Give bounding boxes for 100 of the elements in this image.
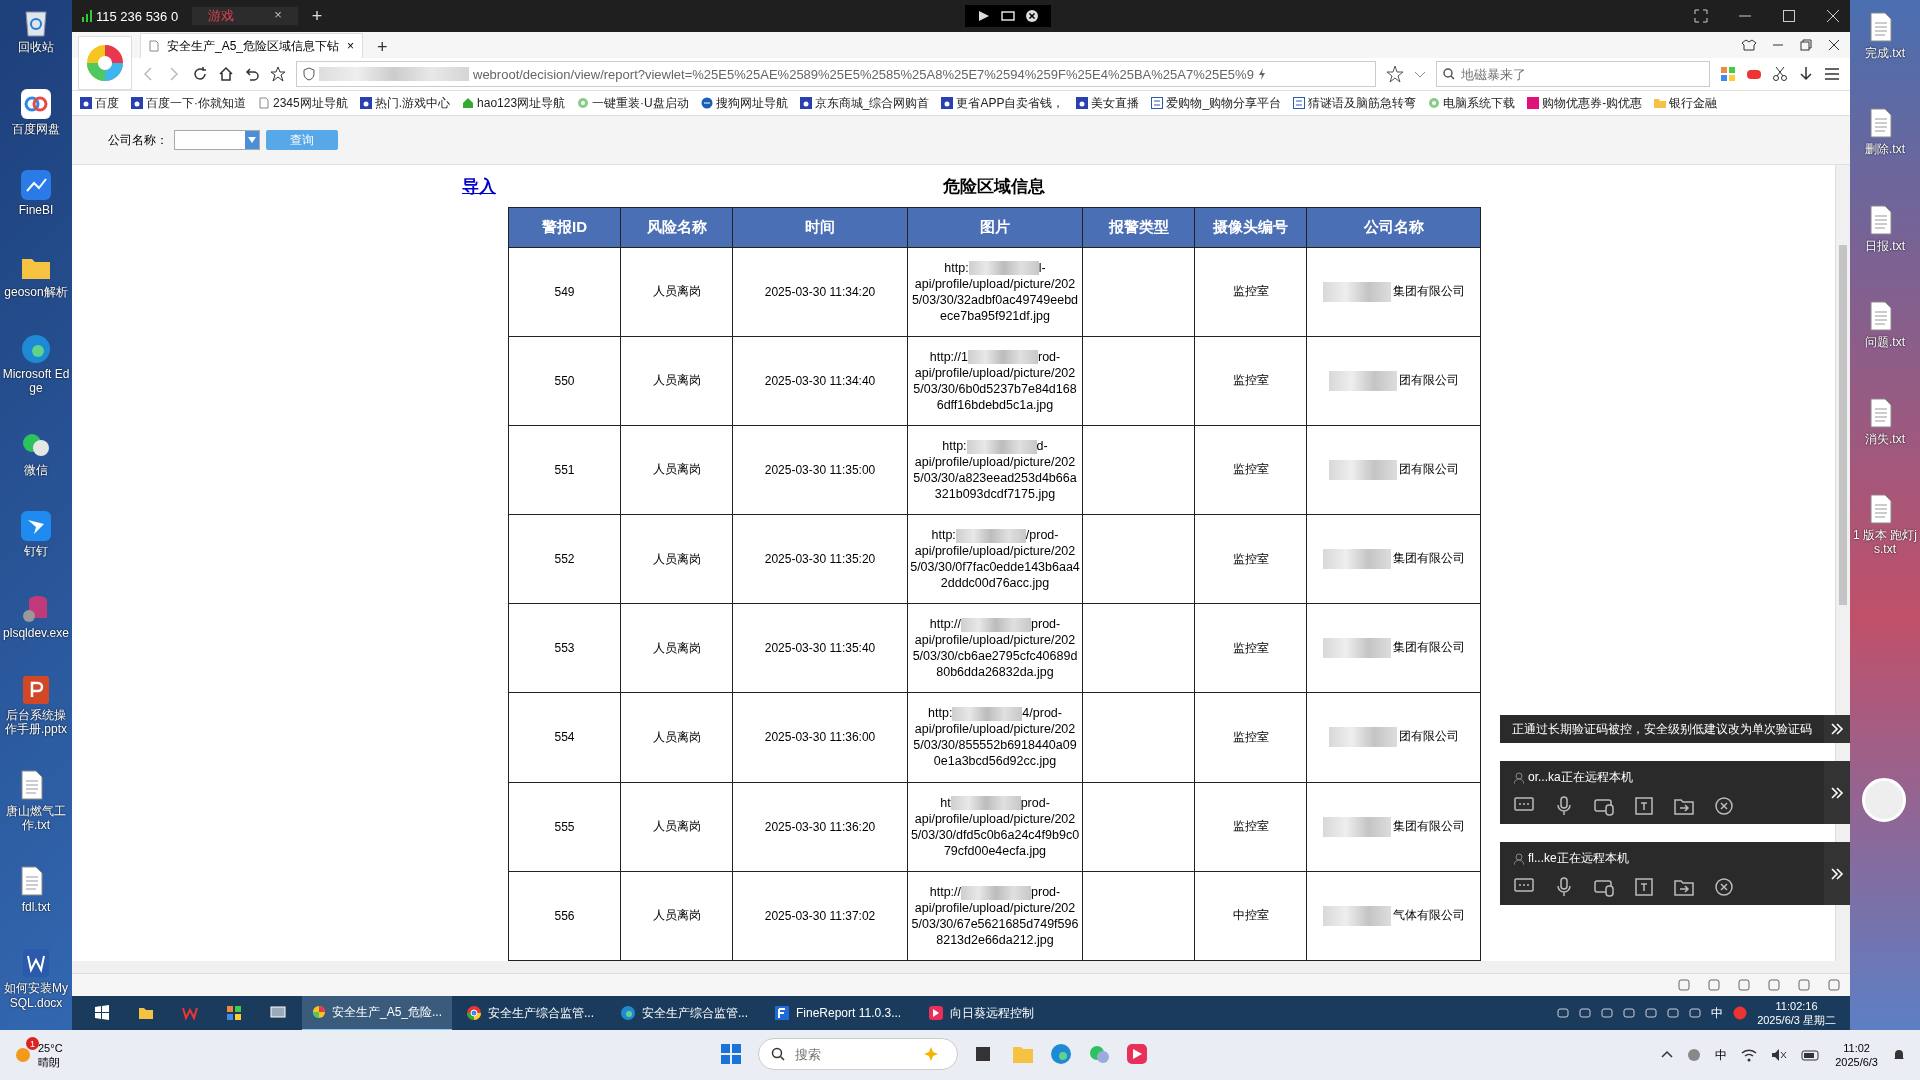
input-method-indicator[interactable]: 中 <box>1711 1004 1724 1022</box>
notification-bell-icon[interactable] <box>1892 1048 1906 1062</box>
taskbar-search-field[interactable]: 搜索 <box>758 1038 958 1070</box>
maximize-icon[interactable] <box>1782 9 1796 23</box>
search-field[interactable]: 地磁暴来了 <box>1436 61 1710 87</box>
desktop-icon-label[interactable]: 问题.txt <box>1865 335 1905 350</box>
address-bar[interactable]: webroot/decision/view/report?viewlet=%25E5%25AE%2589%25E5%2585%25A8%25E7%2594%259F%25E4%25BA%25A7%25E5%9 <box>296 61 1376 87</box>
bookmark-link[interactable]: 2345网址导航 <box>258 94 348 112</box>
bookmark-link[interactable]: 京东商城_综合网购首 <box>799 94 930 112</box>
restore-icon[interactable] <box>1800 39 1812 51</box>
undo-icon[interactable] <box>244 66 260 82</box>
desktop-icon-label[interactable]: 钉钉 <box>24 544 48 559</box>
bookmark-link[interactable]: 银行金融 <box>1654 94 1718 112</box>
browser-tab[interactable]: 安全生产_A5_危险区域信息下钻 × <box>140 33 364 58</box>
home-icon[interactable] <box>218 66 234 82</box>
flag-app-icon[interactable] <box>1126 1043 1148 1065</box>
bookmark-link[interactable]: 搜狗网址导航 <box>700 94 788 112</box>
bookmark-link[interactable]: 热门.游戏中心 <box>359 94 451 112</box>
company-dropdown[interactable] <box>174 130 260 150</box>
taskbar-clock[interactable]: 11:02:16 2025/6/3 星期二 <box>1757 999 1836 1027</box>
taskbar-search-input[interactable]: 搜索 <box>793 1045 915 1063</box>
desktop-icon-label[interactable]: 1 版本 跑灯js.txt <box>1850 527 1920 557</box>
bookmark-link[interactable]: 爱购物_购物分享平台 <box>1151 94 1282 112</box>
windows-logo-icon[interactable] <box>94 1005 110 1021</box>
star-icon[interactable] <box>1386 65 1404 83</box>
text-box-icon[interactable] <box>1634 796 1654 816</box>
new-tab-button[interactable]: + <box>371 37 394 58</box>
import-link[interactable]: 导入 <box>462 174 508 198</box>
scissors-icon[interactable] <box>1772 66 1788 82</box>
shirt-icon[interactable] <box>1742 39 1756 51</box>
download-icon[interactable] <box>1798 66 1814 82</box>
taskbar-window-button[interactable]: FineReport 11.0.3... <box>764 996 914 1030</box>
input-method-indicator[interactable]: 中 <box>1715 1046 1728 1064</box>
w-logo-icon[interactable] <box>182 1005 198 1021</box>
double-chevron-icon[interactable] <box>1830 785 1844 800</box>
tiles-icon[interactable] <box>226 1005 242 1021</box>
keyboard-mouse-icon[interactable] <box>1594 796 1614 816</box>
new-tab-button[interactable]: + <box>311 5 323 27</box>
keyboard-mouse-icon[interactable] <box>1594 877 1614 897</box>
bookmark-link[interactable]: 美女直播 <box>1076 94 1140 112</box>
taskbar-clock[interactable]: 11:02 2025/6/3 <box>1835 1041 1878 1069</box>
taskbar-window-button[interactable]: 安全生产综合监管... <box>610 996 760 1030</box>
microphone-icon[interactable] <box>1554 796 1574 816</box>
close-button[interactable]: × <box>274 7 282 25</box>
desktop-icon-label[interactable]: plsqldev.exe <box>3 625 69 641</box>
desktop-icon-label[interactable]: 日报.txt <box>1865 238 1905 254</box>
close-icon[interactable] <box>1714 796 1734 816</box>
desktop-icon-label[interactable]: 百度网盘 <box>12 121 60 137</box>
double-chevron-icon[interactable] <box>1830 866 1844 881</box>
horizontal-scrollbar[interactable] <box>72 961 1850 973</box>
wifi-icon[interactable] <box>1741 1048 1758 1062</box>
desktop-icon-label[interactable]: fdl.txt <box>21 899 51 914</box>
desktop-icon-label[interactable]: 回收站 <box>18 40 54 55</box>
bookmark-link[interactable]: 猜谜语及脑筋急转弯 <box>1293 94 1417 112</box>
edge-browser-icon[interactable] <box>1050 1043 1072 1065</box>
star-icon[interactable] <box>270 66 286 82</box>
text-box-icon[interactable] <box>1634 877 1654 897</box>
reload-icon[interactable] <box>192 66 208 82</box>
desktop-icon-label[interactable]: 完成.txt <box>1865 46 1905 61</box>
bookmark-link[interactable]: 更省APP自卖省钱， <box>941 94 1065 112</box>
sun-icon <box>14 1046 32 1064</box>
close-icon[interactable] <box>1714 877 1734 897</box>
double-chevron-icon[interactable] <box>1830 722 1844 736</box>
desktop-icon-label[interactable]: 微信 <box>24 462 48 477</box>
folder-arrow-icon[interactable] <box>1674 877 1694 897</box>
taskbar-window-button[interactable]: 安全生产综合监管... <box>456 996 606 1030</box>
fullscreen-icon[interactable] <box>1694 9 1708 23</box>
folder-arrow-icon[interactable] <box>1674 796 1694 816</box>
muted-speaker-icon[interactable] <box>1771 1048 1788 1062</box>
bookmark-link[interactable]: 一键重装·U盘启动 <box>577 94 689 112</box>
bookmark-link[interactable]: 百度 <box>80 94 119 112</box>
desktop-icon-label[interactable]: 消失.txt <box>1865 431 1905 446</box>
s-logo-icon[interactable] <box>1733 1006 1748 1020</box>
grid-tiles-icon[interactable] <box>1720 66 1736 82</box>
desktop-icon-label[interactable]: 后台系统操作手册.pptx <box>1 707 71 737</box>
remote-tab[interactable]: 游戏 × <box>192 7 298 25</box>
monitor-icon[interactable] <box>270 1005 286 1021</box>
desktop-icon-label[interactable]: 如何安装MySQL.docx <box>1 981 71 1010</box>
screen-icon[interactable] <box>1001 9 1016 23</box>
bookmark-link[interactable]: hao123网址导航 <box>462 94 566 112</box>
bookmark-link[interactable]: 电脑系统下载 <box>1428 94 1516 112</box>
desktop-icon-label[interactable]: geoson解析 <box>4 284 68 300</box>
desktop-icon-label[interactable]: Microsoft Edge <box>1 366 71 396</box>
image-url-cell: http:// prod- api/profile/upload/picture/2025/03/30/cb6ae2795cfc40689d80b6dda26832da.jpg <box>907 603 1083 693</box>
desktop-icon-label[interactable]: FineBI <box>18 203 54 218</box>
taskbar-window-button[interactable]: 向日葵远程控制 <box>918 996 1068 1030</box>
bookmark-link[interactable]: 百度一下·你就知道 <box>131 94 246 112</box>
table-cell: 监控室 <box>1194 692 1307 783</box>
taskbar-window-button[interactable]: 安全生产_A5_危险... <box>302 995 452 1031</box>
folder-icon[interactable] <box>138 1005 154 1021</box>
close-icon[interactable] <box>1828 39 1840 51</box>
bookmark-link[interactable]: 购物优惠券-购优惠 <box>1527 94 1643 112</box>
menu-icon[interactable] <box>1824 66 1840 82</box>
close-icon[interactable] <box>1025 9 1040 23</box>
desktop-icon-label[interactable]: 删除.txt <box>1865 142 1905 157</box>
desktop-icon-label[interactable]: 唐山燃气工作.txt <box>1 803 71 833</box>
microphone-icon[interactable] <box>1554 877 1574 897</box>
chart-app-icon <box>20 169 52 202</box>
browser-logo[interactable] <box>78 36 132 90</box>
close-button[interactable]: × <box>347 39 355 53</box>
